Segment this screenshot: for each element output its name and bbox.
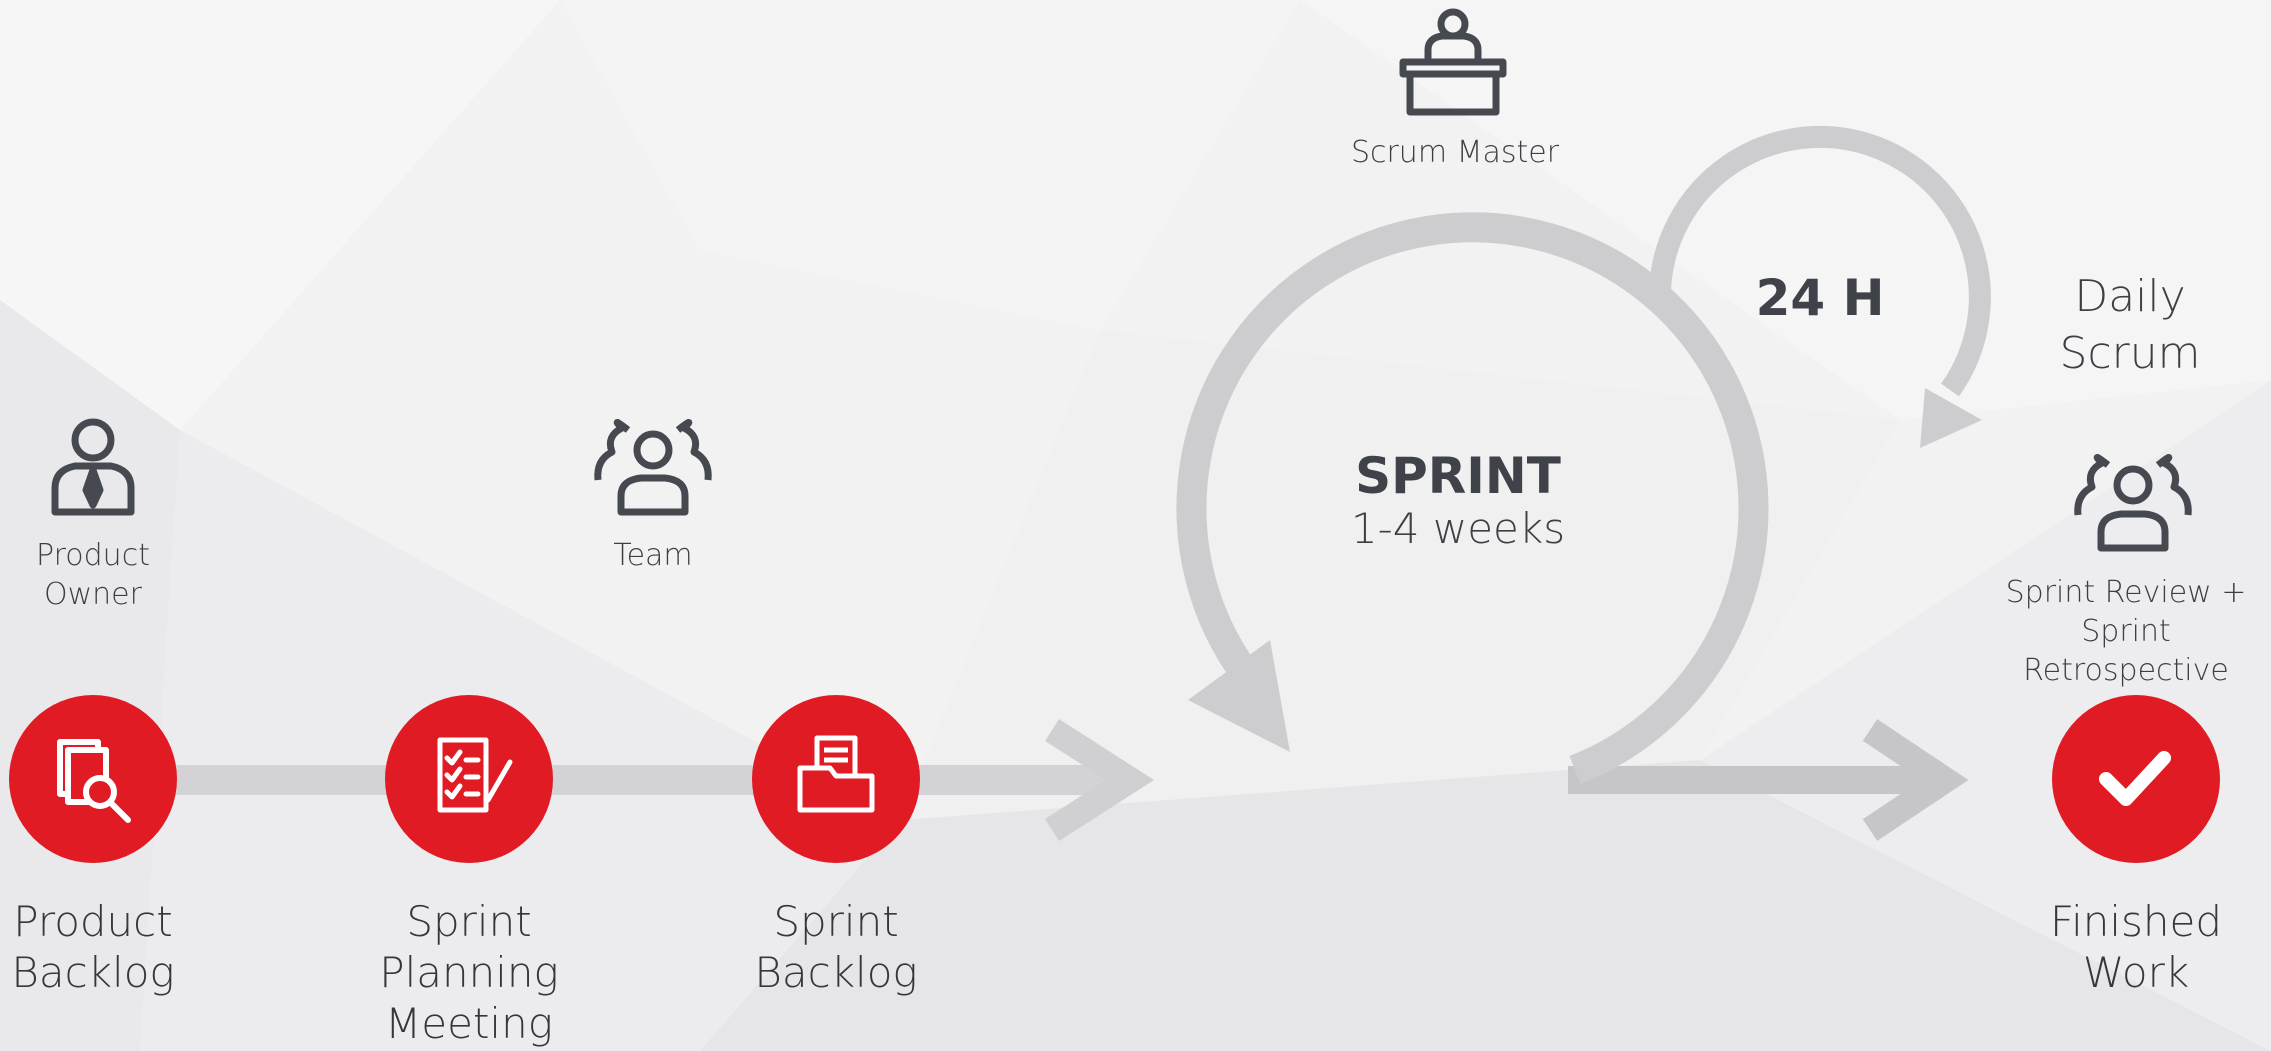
scrum-diagram xyxy=(9,8,2220,863)
review-team-icon xyxy=(2074,454,2192,552)
stage-label-sprint-planning: Sprint Planning Meeting xyxy=(379,897,559,1049)
daily-cycle-label: 24 H xyxy=(1755,269,1885,327)
role-label-product-owner: Product Owner xyxy=(36,538,150,612)
stage-label-finished-work: Finished Work xyxy=(2049,897,2223,998)
sprint-title: SPRINT xyxy=(1355,447,1561,505)
daily-scrum-label: Daily Scrum xyxy=(2059,271,2201,380)
role-label-team: Team xyxy=(613,538,693,573)
daily-loop-arrowhead xyxy=(1920,388,1982,448)
stage-label-product-backlog: Product Backlog xyxy=(11,897,175,998)
product-owner-icon xyxy=(51,418,135,516)
team-icon xyxy=(594,419,712,516)
sprint-duration: 1-4 weeks xyxy=(1350,504,1566,553)
role-label-sprint-review: Sprint Review + Sprint Retrospective xyxy=(2005,575,2247,688)
flow-connector-bar xyxy=(90,765,1120,795)
role-label-scrum-master: Scrum Master xyxy=(1350,135,1560,170)
scrum-master-icon xyxy=(1399,8,1507,116)
flow-connector-out-bar xyxy=(1568,766,1928,794)
stage-label-sprint-backlog: Sprint Backlog xyxy=(754,897,918,998)
